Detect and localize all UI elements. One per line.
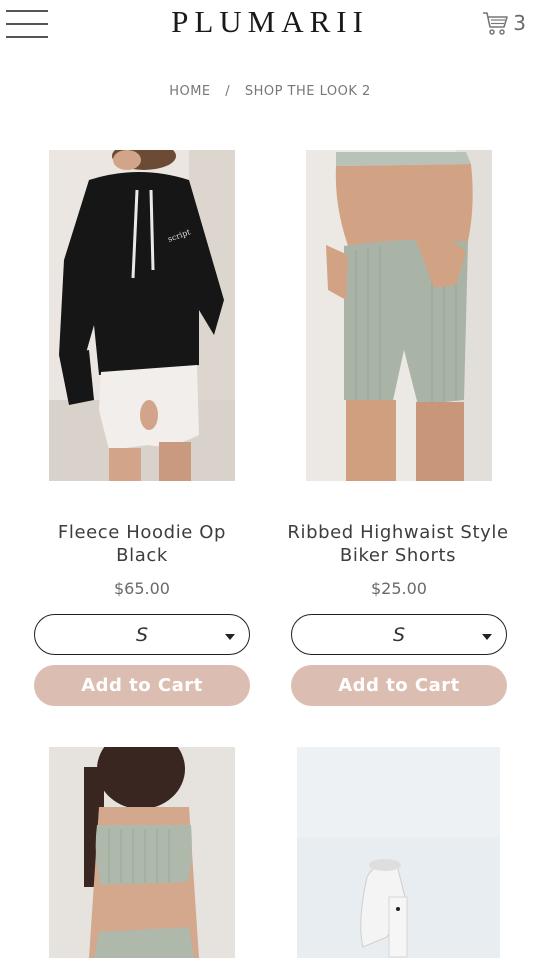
product-card [0, 0, 540, 958]
product-image[interactable] [297, 747, 500, 958]
